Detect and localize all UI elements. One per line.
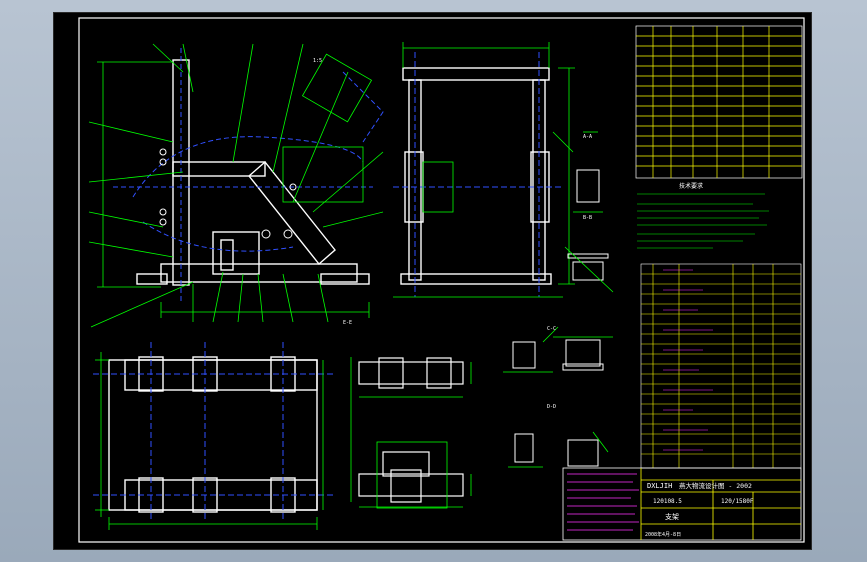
title-block (562, 467, 802, 541)
title-block-date: 2008年4月-8日 (645, 531, 681, 538)
title-block-school: DXLJIH (647, 482, 672, 490)
sheet-border (78, 17, 805, 543)
parts-list (640, 263, 802, 469)
side-view-center (393, 52, 563, 297)
drawing-canvas[interactable]: DXLJIH 燕大物流设计图 - 2002 120108.5 120/1580F… (53, 12, 812, 550)
section-label-e: E-E (343, 320, 352, 326)
top-view-dims (95, 352, 324, 530)
section-label-c: C-C (547, 326, 556, 332)
tech-requirements-heading: 技术要求 (679, 182, 703, 190)
title-block-drawing-no: 120108.5 (653, 498, 682, 505)
section-label-scale: 1:5 (313, 58, 322, 64)
title-block-project: 燕大物流设计图 - 2002 (679, 481, 752, 490)
section-label-a: A-A (583, 134, 592, 140)
section-detail-dims (503, 131, 614, 468)
top-view (108, 356, 318, 513)
top-view-center (93, 342, 333, 522)
cad-drawing: DXLJIH 燕大物流设计图 - 2002 120108.5 120/1580F… (78, 17, 805, 543)
section-details (512, 169, 609, 467)
revision-table (635, 25, 803, 179)
detail-views-dims (350, 357, 472, 509)
title-block-scale-code: 120/1580F (721, 498, 754, 505)
section-label-d: D-D (547, 404, 556, 410)
side-view (400, 67, 552, 285)
tech-requirements (637, 193, 769, 249)
cad-viewport: DXLJIH 燕大物流设计图 - 2002 120108.5 120/1580F… (0, 0, 867, 562)
title-block-part-name: 支架 (665, 512, 679, 521)
section-label-b: B-B (583, 215, 592, 221)
